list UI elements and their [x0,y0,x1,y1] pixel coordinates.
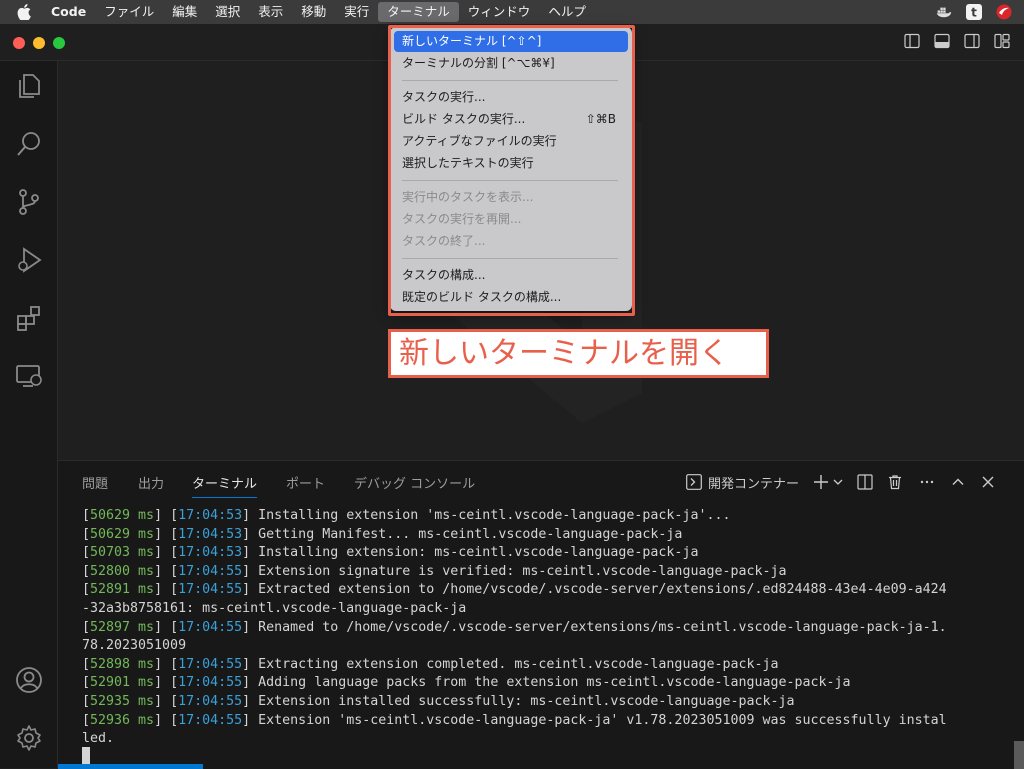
panel-actions: 開発コンテナー [686,471,995,493]
docker-icon[interactable] [936,4,952,20]
terminal-line: [52897 ms] [17:04:55] Renamed to /home/v… [82,619,947,635]
terminal-ms: 52901 ms [90,675,155,691]
terminal-ms: 52891 ms [90,582,155,598]
menu-help[interactable]: ヘルプ [539,0,595,24]
run-and-debug-icon[interactable] [14,245,44,275]
terminal-text: Adding language packs from the extension… [258,675,851,691]
terminal-ms: 50629 ms [90,526,155,542]
app-menu-code[interactable]: Code [47,0,95,24]
terminal-line: [50629 ms] [17:04:53] Installing extensi… [82,508,731,523]
security-icon[interactable] [996,4,1012,20]
terminal-prompt-icon [686,474,702,490]
terminal-text: Renamed to /home/vscode/.vscode-server/e… [258,619,947,635]
close-panel-icon[interactable] [981,475,995,489]
menu-go[interactable]: 移動 [292,0,335,24]
tab-ports[interactable]: ポート [286,473,325,497]
terminal-time: 17:04:55 [178,693,243,709]
terminal-ms: 52898 ms [90,656,155,672]
zoom-window-button[interactable] [53,37,65,49]
terminal-line-continued: 78.2023051009 [82,638,187,654]
terminal-line-continued: -32a3b8758161: ms-ceintl.vscode-language… [82,600,467,616]
terminal-ms: 52935 ms [90,693,155,709]
terminal-time: 17:04:53 [178,545,243,561]
terminal-ms: 52800 ms [90,563,155,579]
close-window-button[interactable] [13,37,25,49]
terminal-time: 17:04:53 [178,526,243,542]
terminal-line: [52901 ms] [17:04:55] Adding language pa… [82,675,851,691]
annotation-callout: 新しいターミナルを開く [388,329,769,378]
svg-text:t: t [971,6,977,20]
terminal-time: 17:04:55 [178,582,243,598]
t-app-icon[interactable]: t [966,4,982,20]
menu-run[interactable]: 実行 [335,0,378,24]
terminal-line-continued: led. [82,731,115,747]
annotation-frame [388,25,635,316]
terminal-time: 17:04:55 [178,656,243,672]
tab-debug-console[interactable]: デバッグ コンソール [354,473,475,497]
terminal-text: Extension signature is verified: ms-cein… [258,563,787,579]
terminal-time: 17:04:55 [178,563,243,579]
terminal-text: Installing extension 'ms-ceintl.vscode-l… [258,508,731,523]
terminal-text: Extension 'ms-ceintl.vscode-language-pac… [258,712,947,728]
toggle-secondary-sidebar-icon[interactable] [964,33,980,49]
terminal-ms: 52936 ms [90,712,155,728]
more-actions-icon[interactable] [919,474,935,490]
terminal-line: [50629 ms] [17:04:53] Getting Manifest..… [82,526,683,542]
maximize-panel-chevron-up-icon[interactable] [951,475,965,489]
terminal-line: [52800 ms] [17:04:55] Extension signatur… [82,563,787,579]
terminal-ms: 52897 ms [90,619,155,635]
terminal-text: Extracted extension to /home/vscode/.vsc… [258,582,947,598]
apple-icon[interactable] [17,4,33,20]
vertical-scrollbar[interactable] [1014,741,1024,769]
customize-layout-icon[interactable] [994,33,1010,49]
menu-selection[interactable]: 選択 [206,0,249,24]
accounts-icon[interactable] [14,665,44,695]
menu-file[interactable]: ファイル [95,0,163,24]
terminal-time: 17:04:55 [178,675,243,691]
activity-bar [0,61,58,768]
terminal-line: [52898 ms] [17:04:55] Extracting extensi… [82,656,779,672]
terminal-time: 17:04:55 [178,712,243,728]
tab-problems[interactable]: 問題 [82,473,108,497]
macos-menubar: Code ファイル 編集 選択 表示 移動 実行 ターミナル ウィンドウ ヘルプ… [0,0,1024,24]
terminal-text: Extension installed successfully: ms-cei… [258,693,795,709]
tab-output[interactable]: 出力 [138,473,164,497]
menu-view[interactable]: 表示 [249,0,292,24]
terminal-text: Installing extension: ms-ceintl.vscode-l… [258,545,699,561]
minimize-window-button[interactable] [33,37,45,49]
split-terminal-icon[interactable] [857,474,873,490]
terminal-ms: 50629 ms [90,508,155,523]
tab-terminal[interactable]: ターミナル [192,473,258,498]
chevron-down-icon[interactable] [833,477,843,487]
terminal-line: [50703 ms] [17:04:53] Installing extensi… [82,545,699,561]
trash-icon[interactable] [887,474,903,490]
terminal-output[interactable]: [50629 ms] [17:04:53] Installing extensi… [82,507,1002,749]
search-icon[interactable] [14,129,44,159]
new-terminal-plus-icon[interactable] [813,474,829,490]
remote-explorer-icon[interactable] [14,361,44,391]
bottom-panel: 問題 出力 ターミナル ポート デバッグ コンソール 開発コンテナー [5062… [58,460,1024,769]
source-control-icon[interactable] [14,187,44,217]
terminal-text: Extracting extension completed. ms-ceint… [258,656,779,672]
toggle-panel-icon[interactable] [934,33,950,49]
explorer-icon[interactable] [14,71,44,101]
terminal-cursor [82,747,90,765]
menu-edit[interactable]: 編集 [163,0,206,24]
menu-terminal[interactable]: ターミナル [378,2,459,22]
settings-gear-icon[interactable] [14,723,44,753]
terminal-text: Getting Manifest... ms-ceintl.vscode-lan… [258,526,683,542]
extensions-icon[interactable] [14,303,44,333]
terminal-ms: 50703 ms [90,545,155,561]
toggle-primary-sidebar-icon[interactable] [904,33,920,49]
terminal-instance-name[interactable]: 開発コンテナー [708,473,799,492]
menu-window[interactable]: ウィンドウ [459,0,540,24]
horizontal-scrollbar[interactable] [58,764,203,769]
terminal-time: 17:04:55 [178,619,243,635]
terminal-time: 17:04:53 [178,508,243,523]
terminal-line: [52936 ms] [17:04:55] Extension 'ms-cein… [82,712,947,728]
terminal-line: [52891 ms] [17:04:55] Extracted extensio… [82,582,947,598]
terminal-line: [52935 ms] [17:04:55] Extension installe… [82,693,795,709]
